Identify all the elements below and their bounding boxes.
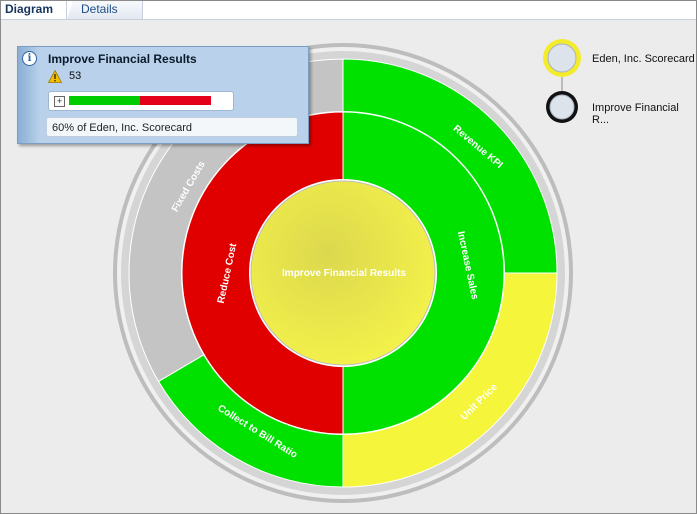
legend-label-objective[interactable]: Improve Financial R... xyxy=(592,102,696,126)
legend-node-scorecard[interactable] xyxy=(547,43,577,73)
popup-progress-fill xyxy=(69,96,140,105)
objective-info-popup: i Improve Financial Results 53 + 60% of … xyxy=(17,46,309,144)
center-label: Improve Financial Results xyxy=(282,268,406,279)
legend-node-objective[interactable] xyxy=(549,94,575,120)
info-icon[interactable]: i xyxy=(22,51,37,66)
popup-score: 53 xyxy=(69,70,82,82)
expand-plus-icon[interactable]: + xyxy=(54,96,65,107)
app-window: Improve Financial Results Increase Sales… xyxy=(0,0,697,514)
tab-diagram[interactable]: Diagram xyxy=(1,1,67,19)
legend-label-scorecard[interactable]: Eden, Inc. Scorecard xyxy=(592,53,695,65)
popup-footer: 60% of Eden, Inc. Scorecard xyxy=(46,117,298,137)
tab-bar: Diagram Details xyxy=(1,1,696,20)
warning-icon xyxy=(48,70,62,83)
popup-progress-container: + xyxy=(48,91,234,111)
popup-title: Improve Financial Results xyxy=(48,52,197,66)
tab-details[interactable]: Details xyxy=(67,1,143,19)
popup-progress-bar xyxy=(69,96,211,105)
